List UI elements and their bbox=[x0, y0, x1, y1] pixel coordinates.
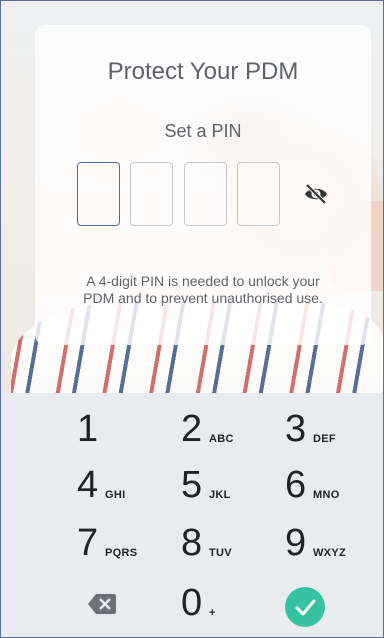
key-3[interactable]: 3 DEF bbox=[285, 405, 383, 455]
key-6-letters: MNO bbox=[313, 489, 340, 501]
pin-hint-line-2: PDM and to prevent unauthorised use. bbox=[83, 290, 323, 306]
key-7-letters: PQRS bbox=[105, 547, 138, 559]
pin-digit-2[interactable] bbox=[130, 162, 173, 226]
key-8-digit: 8 bbox=[181, 522, 203, 564]
key-0-digit: 0 bbox=[181, 582, 203, 624]
key-5[interactable]: 5 JKL bbox=[181, 461, 291, 511]
backspace-icon[interactable] bbox=[87, 593, 117, 615]
key-9[interactable]: 9 WXYZ bbox=[285, 519, 383, 569]
eye-slash-icon[interactable] bbox=[302, 180, 330, 208]
key-2[interactable]: 2 ABC bbox=[181, 405, 291, 455]
key-8[interactable]: 8 TUV bbox=[181, 519, 291, 569]
key-2-digit: 2 bbox=[181, 408, 203, 450]
key-7-digit: 7 bbox=[77, 522, 99, 564]
key-5-digit: 5 bbox=[181, 464, 203, 506]
pin-hint-line-1: A 4-digit PIN is needed to unlock your bbox=[86, 273, 320, 289]
key-4[interactable]: 4 GHI bbox=[77, 461, 187, 511]
key-1[interactable]: 1 bbox=[77, 405, 187, 455]
key-9-letters: WXYZ bbox=[313, 547, 346, 559]
pin-subtitle: Set a PIN bbox=[164, 121, 242, 141]
key-1-digit: 1 bbox=[77, 408, 99, 450]
pin-hint: A 4-digit PIN is needed to unlock your P… bbox=[35, 273, 371, 307]
pin-card: Protect Your PDM Set a PIN A 4-digit PIN… bbox=[35, 25, 371, 345]
key-7[interactable]: 7 PQRS bbox=[77, 519, 187, 569]
key-8-letters: TUV bbox=[209, 547, 232, 559]
key-6[interactable]: 6 MNO bbox=[285, 461, 383, 511]
pin-digit-4[interactable] bbox=[237, 162, 280, 226]
key-5-letters: JKL bbox=[209, 489, 231, 501]
screen: Protect Your PDM Set a PIN A 4-digit PIN… bbox=[0, 0, 384, 638]
key-0-letters: + bbox=[209, 607, 216, 619]
key-6-digit: 6 bbox=[285, 464, 307, 506]
key-3-letters: DEF bbox=[313, 433, 336, 445]
check-icon bbox=[295, 599, 316, 616]
key-4-digit: 4 bbox=[77, 464, 99, 506]
key-4-letters: GHI bbox=[105, 489, 126, 501]
pin-digit-1[interactable] bbox=[77, 162, 120, 226]
key-0[interactable]: 0 + bbox=[181, 579, 291, 629]
key-2-letters: ABC bbox=[209, 433, 234, 445]
pin-digit-3[interactable] bbox=[184, 162, 227, 226]
key-3-digit: 3 bbox=[285, 408, 307, 450]
page-title: Protect Your PDM bbox=[107, 58, 299, 85]
numeric-keypad: 1 2 ABC 3 DEF 4 GHI 5 JKL 6 MNO 7 PQRS 8 bbox=[1, 393, 383, 637]
confirm-button[interactable] bbox=[285, 587, 325, 627]
key-9-digit: 9 bbox=[285, 522, 307, 564]
